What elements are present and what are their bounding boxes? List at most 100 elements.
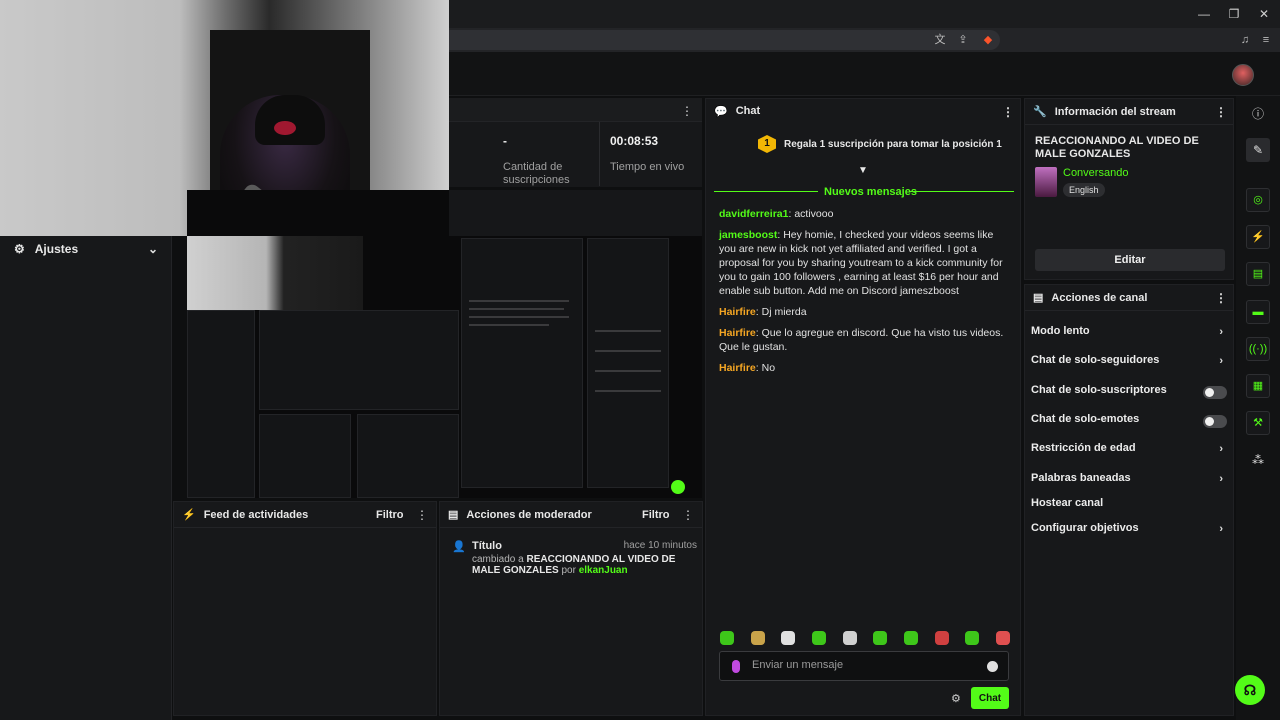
- close-icon[interactable]: ✕: [1254, 6, 1274, 22]
- chat-input-box[interactable]: [719, 651, 1009, 681]
- microphone-icon[interactable]: [732, 660, 740, 673]
- action-slow-mode[interactable]: Modo lento ›: [1031, 325, 1227, 343]
- channel-actions-panel: ▤ Acciones de canal ⋮ Modo lento › Chat d…: [1024, 284, 1234, 716]
- chat-username[interactable]: davidferreira1: [719, 208, 788, 220]
- kebab-icon[interactable]: ⋮: [416, 508, 428, 522]
- emote-icon[interactable]: [934, 631, 949, 645]
- chevron-right-icon: ›: [1219, 355, 1223, 367]
- action-label: Chat de solo-emotes: [1031, 413, 1140, 425]
- stat-subscriptions: - Cantidad de suscripciones: [503, 124, 595, 186]
- kebab-icon[interactable]: ⋮: [681, 104, 693, 118]
- pencil-icon[interactable]: ✎: [1246, 138, 1270, 162]
- chevron-right-icon: ›: [1219, 473, 1223, 485]
- maximize-icon[interactable]: ❐: [1224, 6, 1244, 22]
- action-label: Restricción de edad: [1031, 442, 1136, 454]
- bolt-icon: ⚡: [182, 509, 196, 521]
- settings-label: Ajustes: [34, 242, 79, 256]
- action-host-channel[interactable]: Hostear canal: [1031, 497, 1227, 515]
- chat-input[interactable]: [752, 659, 972, 671]
- stat-live-time: 00:08:53 Tiempo en vivo: [610, 124, 702, 184]
- chat-text: Dj mierda: [761, 306, 807, 318]
- share-icon[interactable]: ⇪: [955, 32, 971, 48]
- right-toolbar: ⓘ ✎ ◎ ⚡ ▤ ▬ ((·)) ▦ ⚒ ⁂: [1236, 96, 1280, 720]
- emote-icon[interactable]: [842, 631, 857, 645]
- expand-icon[interactable]: ▼: [858, 165, 868, 176]
- chat-settings-icon[interactable]: ⚙: [951, 692, 961, 705]
- bolt-icon[interactable]: ⚡: [1246, 225, 1270, 249]
- chat-message: jamesboost: Hey homie, I checked your vi…: [719, 229, 1003, 297]
- preview-left-panel: [187, 310, 255, 498]
- emote-icon[interactable]: [873, 631, 888, 645]
- preview-support-icon: [671, 480, 685, 494]
- apps-icon[interactable]: ⁂: [1246, 448, 1270, 472]
- chat-message: Hairfire: Dj mierda: [719, 306, 807, 318]
- chat-username[interactable]: Hairfire: [719, 306, 756, 318]
- preview-mod: [357, 414, 459, 498]
- mod-entry-description: cambiado a REACCIONANDO AL VIDEO DE MALE…: [472, 554, 697, 576]
- preview-header: [449, 190, 702, 236]
- subscribers-only-toggle[interactable]: [1203, 386, 1227, 399]
- emote-icon[interactable]: [811, 631, 826, 645]
- emoji-icon[interactable]: [987, 661, 998, 672]
- kebab-icon[interactable]: ⋮: [1215, 291, 1227, 305]
- mod-entry-user[interactable]: elkanJuan: [579, 565, 628, 576]
- action-label: Modo lento: [1031, 325, 1090, 337]
- emote-icon[interactable]: [903, 631, 918, 645]
- stat-divider: [599, 122, 600, 186]
- stream-stats: ⋮ - Cantidad de suscripciones 00:08:53 T…: [449, 98, 702, 187]
- emote-icon[interactable]: [750, 631, 765, 645]
- mod-filter-button[interactable]: Filtro: [642, 509, 670, 521]
- emotes-only-toggle[interactable]: [1203, 415, 1227, 428]
- emote-icon[interactable]: [995, 631, 1010, 645]
- chevron-right-icon: ›: [1219, 443, 1223, 455]
- focus-icon[interactable]: ◎: [1246, 188, 1270, 212]
- menu-icon[interactable]: ≡: [1258, 32, 1274, 48]
- brave-shield-icon[interactable]: ◆: [980, 32, 996, 48]
- chat-username[interactable]: Hairfire: [719, 327, 756, 339]
- stat-label: Tiempo en vivo: [610, 161, 685, 173]
- action-banned-words[interactable]: Palabras baneadas ›: [1031, 472, 1227, 490]
- emote-icon[interactable]: [720, 631, 734, 645]
- gear-icon: ⚙: [14, 242, 25, 256]
- broadcast-icon[interactable]: ((·)): [1246, 337, 1270, 361]
- send-chat-button[interactable]: Chat: [971, 687, 1009, 709]
- emote-icon[interactable]: [965, 631, 980, 645]
- gift-text: Regala 1 suscripción para tomar la posic…: [784, 138, 1002, 150]
- emote-icon[interactable]: [781, 631, 796, 645]
- chat-message: Hairfire: No: [719, 362, 776, 374]
- hat: [255, 95, 325, 145]
- preview-line: [469, 300, 569, 302]
- mod-entry-time: hace 10 minutos: [623, 540, 697, 551]
- channel-actions-header: ▤ Acciones de canal ⋮: [1025, 285, 1233, 311]
- info-icon[interactable]: ⓘ: [1246, 102, 1270, 126]
- action-followers-only[interactable]: Chat de solo-seguidores ›: [1031, 354, 1227, 372]
- media-icon[interactable]: ♫: [1237, 32, 1253, 48]
- document-icon[interactable]: ▤: [1246, 262, 1270, 286]
- wrench-icon[interactable]: ⚒: [1246, 411, 1270, 435]
- kebab-icon[interactable]: ⋮: [1002, 105, 1014, 119]
- minimize-icon[interactable]: —: [1194, 6, 1214, 22]
- gift-sub-banner[interactable]: 1 Regala 1 suscripción para tomar la pos…: [758, 135, 1002, 153]
- kebab-icon[interactable]: ⋮: [1215, 105, 1227, 119]
- address-bar[interactable]: [440, 30, 1000, 50]
- action-age-restriction[interactable]: Restricción de edad ›: [1031, 442, 1227, 460]
- layout-icon[interactable]: ▦: [1246, 374, 1270, 398]
- activity-filter-button[interactable]: Filtro: [376, 509, 404, 521]
- stat-value: 00:08:53: [610, 134, 659, 148]
- translate-icon[interactable]: 文: [932, 32, 948, 48]
- chat-bubble-icon[interactable]: ▬: [1246, 300, 1270, 324]
- stream-preview[interactable]: [187, 190, 702, 498]
- action-configure-goals[interactable]: Configurar objetivos ›: [1031, 522, 1227, 540]
- chat-username[interactable]: jamesboost: [719, 229, 777, 241]
- emote-bar: [720, 631, 1010, 645]
- edit-stream-button[interactable]: Editar: [1035, 249, 1225, 271]
- settings-toggle[interactable]: ⚙ Ajustes ⌄: [0, 236, 172, 262]
- preview-line: [595, 330, 661, 332]
- mod-entry-title: Título: [472, 540, 502, 552]
- chat-username[interactable]: Hairfire: [719, 362, 756, 374]
- support-headset-icon[interactable]: ☊: [1235, 675, 1265, 705]
- stream-category[interactable]: Conversando: [1063, 167, 1128, 179]
- preview-line: [595, 370, 661, 372]
- user-avatar[interactable]: [1232, 64, 1254, 86]
- kebab-icon[interactable]: ⋮: [682, 508, 694, 522]
